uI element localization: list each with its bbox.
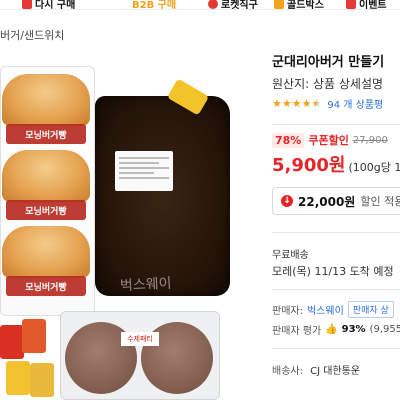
rating-stars: ★ ★ ★ ★ ★: [272, 98, 321, 109]
breadcrumb-category[interactable]: 버거/샌드위치: [0, 29, 64, 42]
carrier-value: CJ 대한통운: [310, 366, 361, 377]
divider: [272, 232, 400, 233]
original-price: 27,900: [352, 134, 388, 146]
star-icon: ★: [291, 97, 302, 110]
seller-row: 판매자: 벅스웨이 판매자 상: [272, 301, 394, 318]
pouch-label: [115, 151, 173, 191]
coupon-discount-row: 78% 쿠폰할인 27,900: [272, 132, 388, 148]
top-nav-item-rocket[interactable]: 로켓직구: [208, 0, 258, 10]
seller-rating-percent: 93%: [341, 324, 366, 335]
patty-label: 수제패티: [121, 332, 159, 346]
top-nav-label: 골드박스: [287, 0, 324, 10]
bun: [2, 150, 90, 202]
down-arrow-icon: ↓: [281, 195, 293, 207]
goldbox-icon: [274, 0, 284, 9]
bun-label: 모닝버거빵: [6, 124, 86, 144]
sauce-packets-image: [0, 311, 58, 400]
top-nav-label: B2B 구매: [132, 0, 177, 10]
bun-package-image: 모닝버거빵 모닝버거빵 모닝버거빵: [0, 66, 95, 316]
star-icon: ★: [272, 97, 282, 110]
seller-name-link[interactable]: 벅스웨이: [307, 302, 344, 317]
seller-label: 판매자:: [272, 306, 303, 317]
top-nav-item-event[interactable]: 이벤트: [346, 0, 387, 10]
sauce-packet: [30, 363, 54, 397]
thumbs-up-icon: 👍: [325, 324, 338, 335]
sale-price: 5,900원: [272, 155, 346, 176]
rocket-icon: [208, 0, 218, 9]
half-star-icon: ★: [311, 97, 322, 110]
unit-price: (100g당 1: [348, 161, 400, 174]
savings-text: 할인 적용: [360, 195, 400, 208]
coupon-savings-button[interactable]: ↓ 22,000원 할인 적용: [272, 187, 400, 215]
top-nav-label: 로켓직구: [221, 0, 258, 10]
seller-rating-label: 판매자 평가: [272, 326, 322, 337]
bun-label: 모닝버거빵: [6, 200, 86, 220]
bun-label: 모닝버거빵: [6, 276, 86, 296]
top-nav-item-b2b[interactable]: B2B 구매: [132, 0, 177, 10]
seller-info-chip[interactable]: 판매자 상: [347, 301, 394, 318]
carrier-row: 배송사: CJ 대한통운: [272, 362, 364, 377]
sauce-packet: [22, 319, 46, 353]
divider: [272, 348, 400, 349]
top-nav-item-reorder[interactable]: 다시 구매: [22, 0, 76, 10]
top-promo-nav: 넌 다시 구매 B2B 구매 로켓직구 골드박스 이벤트: [0, 0, 400, 10]
top-nav-label: 다시 구매: [35, 0, 76, 10]
bun: [2, 226, 90, 278]
savings-amount: 22,000원: [298, 194, 356, 209]
seller-rating-count: (9,955): [369, 324, 400, 335]
price-row: 5,900원 (100g당 1: [272, 151, 400, 177]
divider: [272, 289, 400, 290]
product-rating[interactable]: ★ ★ ★ ★ ★ 94 개 상품평: [272, 96, 383, 111]
sauce-packet: [0, 325, 24, 359]
sauce-packet: [6, 361, 30, 395]
star-icon: ★: [281, 97, 292, 110]
product-title: 군대리아버거 만들기: [272, 55, 385, 70]
carrier-label: 배송사:: [272, 366, 303, 377]
event-icon: [346, 0, 356, 9]
bun: [2, 74, 90, 126]
sauce-pouch-image: [95, 96, 230, 296]
divider: [272, 124, 400, 125]
seller-rating-row: 판매자 평가 👍 93% (9,955): [272, 322, 400, 337]
shipping-type: 무료배송: [272, 250, 309, 261]
breadcrumb[interactable]: 버거/샌드위치: [0, 27, 64, 43]
discount-percent: 78%: [272, 132, 305, 148]
star-icon: ★: [301, 97, 312, 110]
product-image[interactable]: 모닝버거빵 모닝버거빵 모닝버거빵 벅스웨이 수제패티: [0, 46, 258, 400]
image-watermark: 벅스웨이: [119, 275, 172, 295]
product-origin: 원산지: 상품 상세설명: [272, 77, 384, 91]
product-info-panel: 군대리아버거 만들기 원산지: 상품 상세설명 ★ ★ ★ ★ ★ 94 개 상…: [272, 46, 400, 400]
reorder-icon: [22, 0, 32, 9]
top-nav-item-goldbox[interactable]: 골드박스: [274, 0, 324, 10]
delivery-eta: 모레(목) 11/13 도착 예정: [272, 265, 394, 278]
patties-package-image: 수제패티: [60, 311, 220, 400]
coupon-label: 쿠폰할인: [308, 134, 349, 147]
top-nav-label: 이벤트: [359, 0, 387, 10]
review-count-link[interactable]: 94 개 상품평: [327, 96, 383, 111]
